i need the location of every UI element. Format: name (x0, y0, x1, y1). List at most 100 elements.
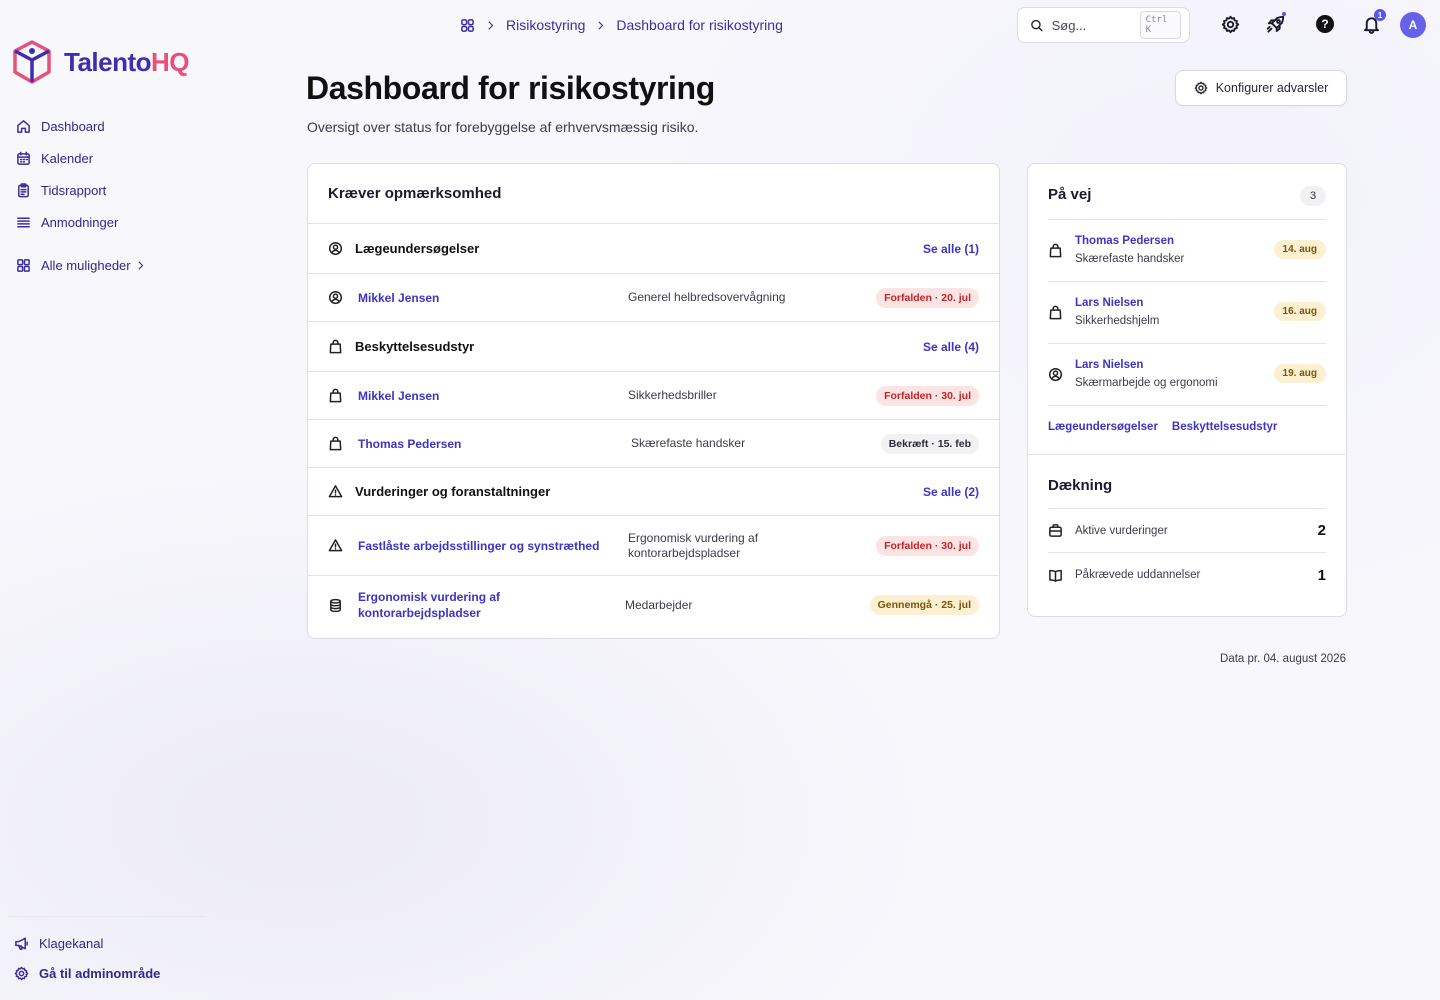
sidebar-item-kalender[interactable]: Kalender (16, 142, 216, 174)
attention-card: Kræver opmærksomhed Lægeundersøgelser Se… (307, 163, 1000, 639)
table-row[interactable]: Fastlåste arbejdsstillinger og synstræth… (308, 516, 999, 576)
on-the-way-list: Thomas Pedersen Skærefaste handsker 14. … (1048, 219, 1326, 406)
page-subtitle: Oversigt over status for forebyggelse af… (307, 119, 699, 135)
whats-new-button[interactable] (1264, 12, 1286, 35)
logo-cube-icon (13, 40, 51, 84)
user-circle-icon (328, 241, 343, 256)
sidebar-item-klagekanal[interactable]: Klagekanal (14, 928, 224, 958)
search-box[interactable]: Ctrl K (1017, 7, 1190, 43)
grid-icon[interactable] (460, 18, 475, 33)
list-item[interactable]: Thomas Pedersen Skærefaste handsker 14. … (1048, 220, 1326, 282)
status-badge: Gennemgå · 25. jul (869, 595, 979, 615)
list-item-sub: Skærefaste handsker (1075, 253, 1185, 265)
grid-icon (17, 258, 30, 272)
status-badge: Forfalden · 20. jul (876, 287, 979, 308)
sidebar-item-label: Gå til adminområde (39, 965, 161, 981)
row-name-link[interactable]: Fastlåste arbejdsstillinger og synstræth… (358, 538, 608, 554)
warning-icon (328, 539, 343, 552)
calendar-icon (17, 151, 30, 165)
configure-alerts-button[interactable]: Konfigurer advarsler (1175, 70, 1347, 106)
warning-icon (328, 485, 343, 498)
sidebar-item-admin[interactable]: Gå til adminområde (14, 958, 224, 988)
sidebar-item-label: Tidsrapport (41, 182, 107, 198)
status-badge: Bekræft · 15. feb (880, 433, 979, 454)
gear-icon (1194, 81, 1208, 95)
sidebar-item-label: Alle muligheder (41, 257, 131, 273)
page-title: Dashboard for risikostyring (306, 70, 715, 106)
list-item[interactable]: Lars Nielsen Skærmarbejde og ergonomi 19… (1048, 344, 1326, 406)
row-description: Skærefaste handsker (631, 436, 746, 450)
list-item-name-link[interactable]: Lars Nielsen (1075, 359, 1143, 371)
on-the-way-title: På vej (1048, 186, 1092, 203)
search-icon (1031, 19, 1043, 31)
data-timestamp: Data pr. 04. august 2026 (1220, 653, 1346, 665)
settings-button[interactable] (1219, 13, 1241, 35)
row-name-link[interactable]: Thomas Pedersen (358, 436, 608, 452)
section-header-medical: Lægeundersøgelser Se alle (1) (308, 224, 999, 274)
see-all-link[interactable]: Se alle (2) (923, 485, 979, 499)
list-item-name-link[interactable]: Thomas Pedersen (1075, 235, 1174, 247)
sidebar-item-all-options[interactable]: Alle muligheder (16, 249, 216, 281)
date-badge: 16. aug (1273, 302, 1326, 321)
search-input[interactable] (1051, 17, 1132, 33)
bag-icon (329, 436, 342, 451)
sidebar-item-label: Dashboard (41, 118, 105, 134)
list-item-name-link[interactable]: Lars Nielsen (1075, 297, 1143, 309)
new-indicator-dot (1282, 12, 1286, 16)
status-badge: Forfalden · 30. jul (876, 535, 979, 556)
gear-icon (1221, 15, 1239, 33)
side-card: På vej 3 Thomas Pedersen Skærefaste hand… (1027, 163, 1347, 617)
sidebar-item-dashboard[interactable]: Dashboard (16, 110, 216, 142)
avatar[interactable]: A (1400, 12, 1426, 38)
notification-count-badge: 1 (1374, 9, 1386, 21)
help-button[interactable]: ? (1314, 13, 1336, 35)
see-all-link[interactable]: Se alle (4) (923, 340, 979, 354)
section-header-protective-equipment: Beskyttelsesudstyr Se alle (4) (308, 322, 999, 372)
briefcase-icon (1049, 524, 1062, 537)
coverage-label: Aktive vurderinger (1075, 524, 1168, 537)
row-description: Generel helbredsovervågning (628, 290, 786, 304)
status-badge: Forfalden · 30. jul (876, 385, 979, 406)
quick-links: Lægeundersøgelser Beskyttelsesudstyr (1048, 421, 1277, 433)
list-item[interactable]: Lars Nielsen Sikkerhedshjelm 16. aug (1048, 282, 1326, 344)
row-name-link[interactable]: Mikkel Jensen (358, 290, 608, 306)
bag-icon (1049, 305, 1062, 320)
table-row[interactable]: Mikkel Jensen Sikkerhedsbriller Forfalde… (308, 372, 999, 420)
link-medical[interactable]: Lægeundersøgelser (1048, 421, 1158, 433)
row-description: Sikkerhedsbriller (628, 388, 717, 402)
logo[interactable]: TalentoHQ (12, 40, 190, 84)
row-name-link[interactable]: Ergonomisk vurdering af kontorarbejdspla… (358, 589, 528, 621)
coverage-list: Aktive vurderinger 2 Påkrævede uddannels… (1048, 508, 1326, 597)
bag-icon (1049, 243, 1062, 258)
megaphone-icon (15, 937, 28, 950)
bag-icon (329, 339, 342, 354)
coverage-value: 2 (1317, 522, 1326, 539)
logo-text: TalentoHQ (64, 46, 190, 77)
search-shortcut-hint: Ctrl K (1139, 11, 1181, 39)
sidebar-divider (8, 916, 206, 917)
database-icon (330, 598, 341, 612)
sidebar: TalentoHQ Dashboard Kalender Tidsrapport… (0, 0, 230, 1000)
table-row[interactable]: Ergonomisk vurdering af kontorarbejdspla… (308, 576, 999, 634)
gear-icon (14, 966, 29, 980)
chevron-right-icon (138, 261, 143, 269)
list-item-sub: Skærmarbejde og ergonomi (1075, 377, 1218, 389)
notifications-button[interactable]: 1 (1360, 9, 1386, 35)
sidebar-item-anmodninger[interactable]: Anmodninger (16, 206, 216, 238)
table-row[interactable]: Thomas Pedersen Skærefaste handsker Bekr… (308, 420, 999, 468)
breadcrumb-item[interactable]: Risikostyring (506, 17, 585, 33)
sidebar-item-tidsrapport[interactable]: Tidsrapport (16, 174, 216, 206)
breadcrumb-current[interactable]: Dashboard for risikostyring (616, 17, 783, 33)
user-circle-icon (1048, 367, 1063, 382)
row-name-link[interactable]: Mikkel Jensen (358, 388, 608, 404)
table-row[interactable]: Mikkel Jensen Generel helbredsovervågnin… (308, 274, 999, 322)
section-title: Lægeundersøgelser (355, 241, 480, 256)
link-protective-equipment[interactable]: Beskyttelsesudstyr (1172, 421, 1277, 433)
breadcrumb: Risikostyring Dashboard for risikostyrin… (460, 16, 783, 34)
bag-icon (329, 388, 342, 403)
date-badge: 19. aug (1273, 364, 1326, 383)
see-all-link[interactable]: Se alle (1) (923, 242, 979, 256)
row-description: Medarbejder (625, 597, 693, 612)
sidebar-bottom-nav: Klagekanal Gå til adminområde (14, 928, 224, 988)
home-icon (17, 119, 30, 133)
